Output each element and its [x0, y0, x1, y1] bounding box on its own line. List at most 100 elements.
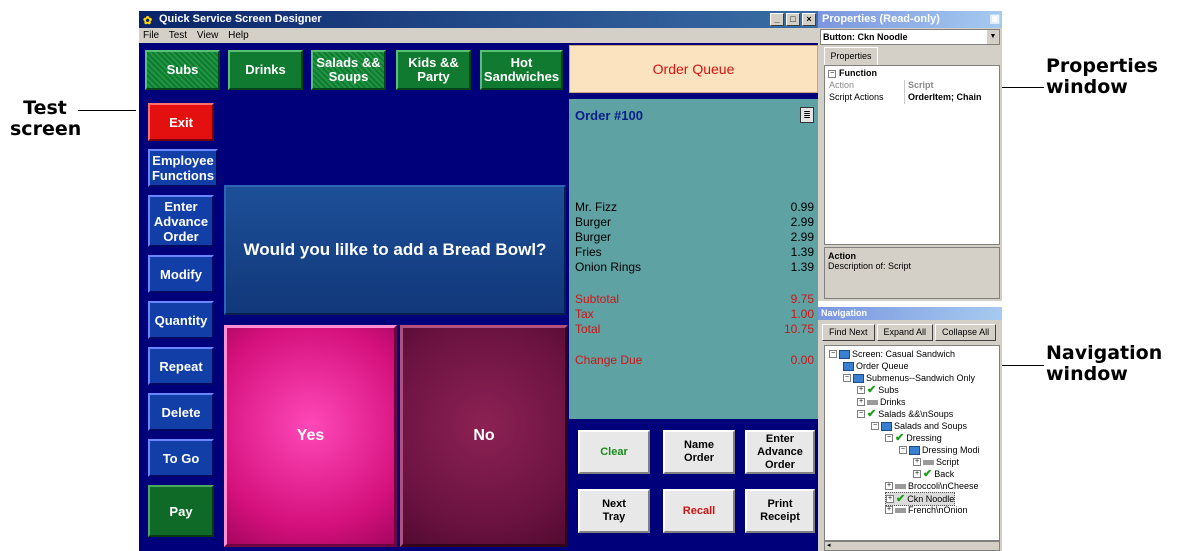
order-panel: Order #100 ≣ Mr. Fizz 0.99 Burger 2.99 Bur…	[569, 99, 818, 419]
clear-button[interactable]: Clear	[578, 430, 650, 474]
pin-icon[interactable]: ▣	[990, 11, 1000, 28]
tree-node[interactable]: + ✔ Back	[913, 468, 954, 480]
screen-icon	[909, 445, 920, 455]
chevron-down-icon[interactable]: ▼	[987, 30, 999, 44]
property-section[interactable]: − Function	[825, 68, 999, 80]
menu-bar: File Test View Help	[139, 28, 818, 43]
expand-all-button[interactable]: Expand All	[876, 324, 934, 341]
change-due-row: Change Due 0.00	[575, 353, 814, 367]
check-icon: ✔	[895, 432, 905, 444]
properties-title-bar: Properties (Read-only) ▣	[818, 11, 1002, 28]
minimize-button[interactable]: _	[770, 13, 784, 26]
tree-node[interactable]: − ✔ Dressing	[885, 432, 942, 444]
check-icon: ✔	[867, 384, 877, 396]
employee-functions-button[interactable]: Employee Functions	[148, 149, 218, 187]
next-tray-button[interactable]: Next Tray	[578, 489, 650, 533]
bread-bowl-prompt: Would you lilke to add a Bread Bowl?	[224, 185, 566, 315]
properties-window: Properties (Read-only) ▣ Button: Ckn Noo…	[818, 11, 1002, 301]
pay-button[interactable]: Pay	[148, 485, 214, 537]
to-go-button[interactable]: To Go	[148, 439, 214, 477]
title-bar: ✿ Quick Service Screen Designer _ □ ×	[139, 11, 818, 28]
tree-node[interactable]: − Screen: Casual Sandwich	[829, 348, 955, 360]
button-icon	[895, 483, 906, 489]
tree-node[interactable]: − ✔ Salads &&\nSoups	[857, 408, 953, 420]
section-function-label: Function	[839, 68, 877, 78]
navigation-window: Navigation Find Next Expand All Collapse…	[818, 307, 1002, 551]
tree-node[interactable]: + Broccoli\nCheese	[885, 480, 979, 492]
test-screen: Subs Drinks Salads && Soups Kids && Part…	[139, 43, 818, 551]
horizontal-scrollbar[interactable]: ◂	[824, 541, 1000, 551]
selected-object-label: Button: Ckn Noodle	[823, 32, 908, 42]
order-item: Fries 1.39	[575, 245, 814, 259]
tree-node[interactable]: + French\nOnion	[885, 504, 968, 516]
quantity-button[interactable]: Quantity	[148, 301, 214, 339]
nav-hot-sandwiches-button[interactable]: Hot Sandwiches	[480, 50, 563, 90]
nav-salads-soups-button[interactable]: Salads && Soups	[311, 50, 386, 90]
tab-properties[interactable]: Properties	[824, 47, 878, 65]
recall-button[interactable]: Recall	[663, 489, 735, 533]
property-grid: − Function Action Script Script Actions …	[824, 65, 1000, 245]
description-text: Description of: Script	[828, 261, 912, 271]
button-icon	[867, 399, 878, 405]
navigation-tree: − Screen: Casual Sandwich Order Queue − Su…	[824, 345, 1000, 541]
screen-icon	[853, 373, 864, 383]
tree-node[interactable]: + Drinks	[857, 396, 906, 408]
nav-subs-button[interactable]: Subs	[145, 50, 220, 90]
tree-node[interactable]: + Script	[913, 456, 959, 468]
navigation-title: Navigation	[818, 307, 1002, 320]
repeat-button[interactable]: Repeat	[148, 347, 214, 385]
tree-node[interactable]: − Submenus--Sandwich Only	[843, 372, 975, 384]
menu-view[interactable]: View	[197, 30, 219, 41]
designer-window: ✿ Quick Service Screen Designer _ □ × Fi…	[139, 11, 818, 551]
enter-advance-order-button[interactable]: Enter Advance Order	[148, 195, 214, 247]
callout-properties-window: Properties window	[1046, 55, 1158, 98]
total-row: Total 10.75	[575, 322, 814, 336]
callout-navigation-line	[1000, 365, 1044, 366]
order-item: Burger 2.99	[575, 230, 814, 244]
order-item: Mr. Fizz 0.99	[575, 200, 814, 214]
nav-kids-party-button[interactable]: Kids && Party	[396, 50, 471, 90]
button-icon	[895, 507, 906, 513]
tree-node[interactable]: − Salads and Soups	[871, 420, 967, 432]
close-button[interactable]: ×	[802, 13, 816, 26]
property-description: Action Description of: Script	[824, 247, 1000, 299]
collapse-all-button[interactable]: Collapse All	[935, 324, 997, 341]
delete-button[interactable]: Delete	[148, 393, 214, 431]
name-order-button[interactable]: Name Order	[663, 430, 735, 474]
enter-advance-order-action-button[interactable]: Enter Advance Order	[745, 430, 815, 474]
check-icon: ✔	[867, 408, 877, 420]
find-next-button[interactable]: Find Next	[822, 324, 875, 341]
description-title: Action	[828, 251, 856, 261]
modify-button[interactable]: Modify	[148, 255, 214, 293]
tree-node[interactable]: + ✔ Subs	[857, 384, 899, 396]
callout-test-screen: Test screen	[10, 97, 82, 140]
exit-button[interactable]: Exit	[148, 103, 214, 141]
property-row[interactable]: Script Actions OrderItem; Chain	[825, 92, 999, 104]
order-item: Onion Rings 1.39	[575, 260, 814, 274]
menu-test[interactable]: Test	[169, 30, 187, 41]
screen-icon	[843, 361, 854, 371]
yes-button[interactable]: Yes	[224, 325, 397, 547]
selected-object-combo[interactable]: Button: Ckn Noodle ▼	[820, 29, 1000, 45]
properties-title: Properties (Read-only)	[822, 13, 940, 25]
callout-test-screen-line	[78, 110, 136, 111]
no-button[interactable]: No	[400, 325, 568, 547]
callout-properties-line	[1000, 87, 1044, 88]
nav-drinks-button[interactable]: Drinks	[228, 50, 303, 90]
window-title: Quick Service Screen Designer	[159, 13, 322, 25]
receipt-icon[interactable]: ≣	[800, 107, 814, 123]
menu-file[interactable]: File	[143, 30, 159, 41]
tree-node[interactable]: Order Queue	[843, 360, 909, 372]
order-item: Burger 2.99	[575, 215, 814, 229]
order-queue[interactable]: Order Queue	[569, 45, 818, 93]
maximize-button[interactable]: □	[786, 13, 800, 26]
subtotal-row: Subtotal 9.75	[575, 292, 814, 306]
collapse-icon[interactable]: −	[828, 70, 836, 78]
tax-row: Tax 1.00	[575, 307, 814, 321]
menu-help[interactable]: Help	[228, 30, 249, 41]
print-receipt-button[interactable]: Print Receipt	[745, 489, 815, 533]
callout-navigation-window: Navigation window	[1046, 342, 1163, 385]
screen-icon	[881, 421, 892, 431]
property-row[interactable]: Action Script	[825, 80, 999, 92]
tree-node[interactable]: − Dressing Modi	[899, 444, 980, 456]
